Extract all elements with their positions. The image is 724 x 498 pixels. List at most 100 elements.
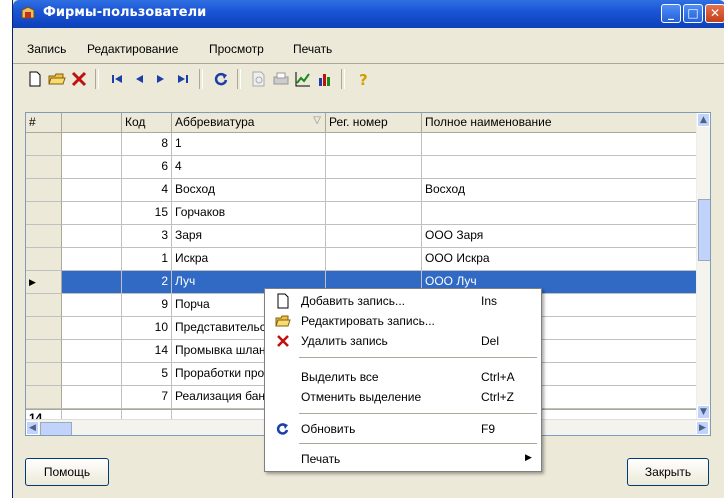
cell-fullname[interactable] [422, 133, 698, 156]
cell-fullname[interactable]: ООО Искра [422, 248, 698, 271]
cell-reg[interactable] [326, 225, 422, 248]
row-blank-cell[interactable] [62, 271, 122, 294]
row-blank-cell[interactable] [62, 363, 122, 386]
row-indicator[interactable] [26, 179, 62, 202]
row-blank-cell[interactable] [62, 225, 122, 248]
cell-fullname[interactable] [422, 202, 698, 225]
first-record-icon[interactable] [107, 69, 127, 89]
cell-reg[interactable] [326, 133, 422, 156]
row-blank-cell[interactable] [62, 202, 122, 225]
cell-abbr[interactable]: Горчаков [172, 202, 326, 225]
table-row[interactable]: 4 Восход Восход [26, 179, 698, 202]
print-preview-icon[interactable] [249, 69, 269, 89]
cell-code[interactable]: 5 [122, 363, 172, 386]
ctx-print[interactable]: Печать ▶ [265, 449, 541, 469]
row-blank-cell[interactable] [62, 340, 122, 363]
bar-chart-icon[interactable] [315, 69, 335, 89]
scroll-down-icon[interactable]: ▼ [697, 405, 710, 419]
column-header-abbr[interactable]: Аббревиатура ▽ [172, 113, 326, 133]
cell-abbr[interactable]: Искра [172, 248, 326, 271]
row-indicator[interactable] [26, 133, 62, 156]
ctx-refresh[interactable]: Обновить F9 [265, 419, 541, 439]
column-header-blank[interactable] [62, 113, 122, 133]
cell-code[interactable]: 8 [122, 133, 172, 156]
menu-zapis[interactable]: Запись [27, 42, 66, 56]
table-row[interactable]: 64 [26, 156, 698, 179]
title-bar[interactable]: Фирмы-пользователи _ □ ✕ [13, 0, 724, 28]
cell-code[interactable]: 9 [122, 294, 172, 317]
table-row[interactable]: 81 [26, 133, 698, 156]
cell-fullname[interactable]: ООО Заря [422, 225, 698, 248]
column-header-fullname[interactable]: Полное наименование [422, 113, 698, 133]
cell-fullname[interactable] [422, 156, 698, 179]
row-blank-cell[interactable] [62, 386, 122, 409]
row-indicator[interactable] [26, 156, 62, 179]
ctx-deselect[interactable]: Отменить выделение Ctrl+Z [265, 387, 541, 407]
table-row[interactable]: 1 Искра ООО Искра [26, 248, 698, 271]
cell-reg[interactable] [326, 156, 422, 179]
cell-code[interactable]: 7 [122, 386, 172, 409]
scroll-left-icon[interactable]: ◀ [26, 421, 39, 435]
help-button[interactable]: Помощь [25, 458, 109, 486]
row-blank-cell[interactable] [62, 133, 122, 156]
refresh-icon[interactable] [211, 69, 231, 89]
help-icon[interactable]: ? [353, 69, 373, 89]
column-header-code[interactable]: Код [122, 113, 172, 133]
cell-abbr[interactable]: 4 [172, 156, 326, 179]
cell-reg[interactable] [326, 179, 422, 202]
row-indicator[interactable] [26, 248, 62, 271]
vertical-scrollbar[interactable]: ▲ ▼ [696, 113, 710, 419]
hscroll-thumb[interactable] [40, 422, 72, 435]
new-doc-icon[interactable] [25, 69, 45, 89]
chart-icon[interactable] [293, 69, 313, 89]
row-blank-cell[interactable] [62, 179, 122, 202]
table-row[interactable]: 15 Горчаков [26, 202, 698, 225]
delete-icon[interactable] [69, 69, 89, 89]
cell-code[interactable]: 14 [122, 340, 172, 363]
scroll-right-icon[interactable]: ▶ [696, 421, 709, 435]
cell-reg[interactable] [326, 248, 422, 271]
column-header-index[interactable]: # [26, 113, 62, 133]
menu-view[interactable]: Просмотр [209, 42, 264, 56]
row-indicator[interactable] [26, 294, 62, 317]
row-indicator[interactable] [26, 225, 62, 248]
open-folder-icon[interactable] [47, 69, 67, 89]
maximize-button[interactable]: □ [683, 4, 703, 23]
cell-code[interactable]: 15 [122, 202, 172, 225]
cell-abbr[interactable]: Заря [172, 225, 326, 248]
row-indicator[interactable] [26, 340, 62, 363]
row-indicator[interactable]: ▶ [26, 271, 62, 294]
cell-code[interactable]: 10 [122, 317, 172, 340]
menu-print[interactable]: Печать [293, 42, 332, 56]
ctx-delete-record[interactable]: Удалить запись Del [265, 331, 541, 351]
cell-reg[interactable] [326, 202, 422, 225]
close-button[interactable]: Закрыть [627, 458, 709, 486]
row-blank-cell[interactable] [62, 294, 122, 317]
cell-code[interactable]: 4 [122, 179, 172, 202]
last-record-icon[interactable] [173, 69, 193, 89]
menu-edit[interactable]: Редактирование [87, 42, 178, 56]
row-blank-cell[interactable] [62, 248, 122, 271]
cell-fullname[interactable]: Восход [422, 179, 698, 202]
next-record-icon[interactable] [151, 69, 171, 89]
row-blank-cell[interactable] [62, 156, 122, 179]
column-header-reg[interactable]: Рег. номер [326, 113, 422, 133]
row-indicator[interactable] [26, 363, 62, 386]
cell-code[interactable]: 6 [122, 156, 172, 179]
cell-code[interactable]: 3 [122, 225, 172, 248]
ctx-edit-record[interactable]: Редактировать запись... [265, 311, 541, 331]
cell-code[interactable]: 1 [122, 248, 172, 271]
minimize-button[interactable]: _ [661, 4, 681, 23]
cell-code[interactable]: 2 [122, 271, 172, 294]
scroll-up-icon[interactable]: ▲ [697, 113, 710, 127]
cell-abbr[interactable]: 1 [172, 133, 326, 156]
row-indicator[interactable] [26, 386, 62, 409]
row-blank-cell[interactable] [62, 317, 122, 340]
ctx-select-all[interactable]: Выделить все Ctrl+A [265, 367, 541, 387]
table-row[interactable]: 3 Заря ООО Заря [26, 225, 698, 248]
scroll-thumb[interactable] [698, 199, 710, 261]
cell-abbr[interactable]: Восход [172, 179, 326, 202]
close-window-button[interactable]: ✕ [705, 4, 724, 23]
row-indicator[interactable] [26, 202, 62, 225]
print-icon[interactable] [271, 69, 291, 89]
